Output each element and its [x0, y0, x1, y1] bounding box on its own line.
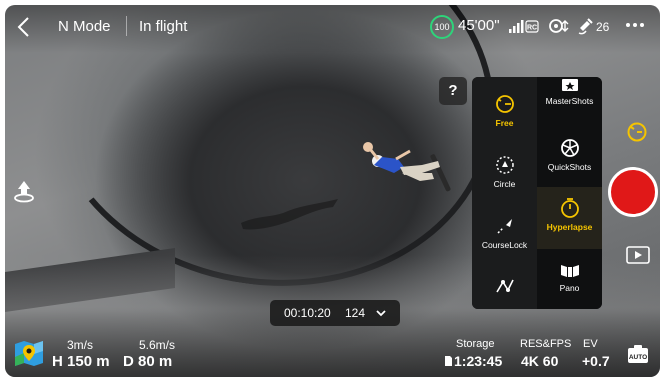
mode-hyperlapse[interactable]: Hyperlapse: [537, 197, 602, 232]
chevron-down-icon: [376, 310, 386, 317]
mode-courselock-label: CourseLock: [481, 240, 528, 250]
mode-mastershots-label: MasterShots: [545, 96, 594, 106]
distance-label: D: [123, 353, 134, 370]
mode-free[interactable]: Free: [472, 93, 537, 128]
hyperlapse-icon: [560, 198, 579, 218]
flight-mode[interactable]: N Mode: [58, 18, 111, 35]
mastershots-icon: [561, 79, 578, 91]
divider: [126, 16, 127, 36]
gps-count: 26: [596, 20, 610, 34]
circle-icon: [495, 156, 514, 174]
waypoint-icon: [495, 279, 514, 293]
record-button[interactable]: [608, 167, 658, 217]
storage-label: Storage: [456, 338, 495, 350]
gps-icon[interactable]: [577, 16, 595, 36]
skater: [363, 142, 451, 192]
map-icon[interactable]: [14, 339, 44, 367]
signal-label: RC: [527, 25, 537, 32]
storage-value[interactable]: 1:23:45: [454, 353, 502, 369]
mode-circle[interactable]: Circle: [472, 154, 537, 189]
mode-hyperlapse-label: Hyperlapse: [546, 222, 593, 232]
quickshots-icon: [560, 139, 579, 157]
horizontal-speed: 3m/s: [67, 338, 94, 352]
return-to-home-icon[interactable]: [12, 178, 36, 204]
height-label: H: [52, 353, 63, 370]
flight-time: 45'00": [458, 17, 500, 34]
mode-pano-label: Pano: [559, 283, 580, 293]
mode-mastershots[interactable]: MasterShots: [537, 79, 602, 106]
sd-card-icon: [445, 356, 452, 366]
intelligent-flight-panel: Free Circle CourseLock MasterShots Quick…: [472, 77, 602, 309]
playback-icon[interactable]: [626, 246, 650, 264]
mode-free-label: Free: [495, 118, 514, 128]
hyperlapse-mode-icon[interactable]: [626, 121, 648, 143]
skater-shadow: [241, 199, 338, 230]
help-button[interactable]: ?: [439, 77, 467, 105]
ev-label: EV: [583, 338, 598, 350]
vertical-speed: 5.6m/s: [139, 338, 176, 352]
free-icon: [495, 95, 514, 113]
resfps-label: RES&FPS: [520, 338, 572, 350]
mode-courselock[interactable]: CourseLock: [472, 215, 537, 250]
distance-readout: D 80 m: [123, 353, 172, 370]
battery-indicator[interactable]: 100: [430, 15, 454, 39]
svg-text:AUTO: AUTO: [629, 354, 647, 361]
mode-pano[interactable]: Pano: [537, 262, 602, 293]
height-value: 150 m: [67, 353, 110, 370]
height-readout: H 150 m: [52, 353, 110, 370]
courselock-icon: [496, 219, 512, 234]
shot-count: 124: [345, 306, 366, 320]
distance-value: 80 m: [138, 353, 173, 370]
back-icon[interactable]: [14, 14, 34, 40]
duration-time: 00:10:20: [284, 306, 331, 320]
more-icon[interactable]: [624, 18, 646, 32]
resfps-value[interactable]: 4K 60: [521, 353, 558, 369]
obstacle-avoidance-icon[interactable]: [547, 17, 571, 35]
signal-icon[interactable]: RC: [509, 18, 539, 34]
auto-exposure-icon[interactable]: AUTO: [627, 345, 649, 365]
mode-quickshots[interactable]: QuickShots: [537, 137, 602, 172]
pano-icon: [560, 265, 579, 277]
flight-status: In flight: [139, 18, 188, 35]
mode-circle-label: Circle: [493, 179, 516, 189]
hyperlapse-duration-selector[interactable]: 00:10:20 124: [270, 300, 400, 326]
ev-value[interactable]: +0.7: [582, 353, 610, 369]
mode-waypoint[interactable]: [472, 276, 537, 301]
mode-quickshots-label: QuickShots: [547, 162, 592, 172]
